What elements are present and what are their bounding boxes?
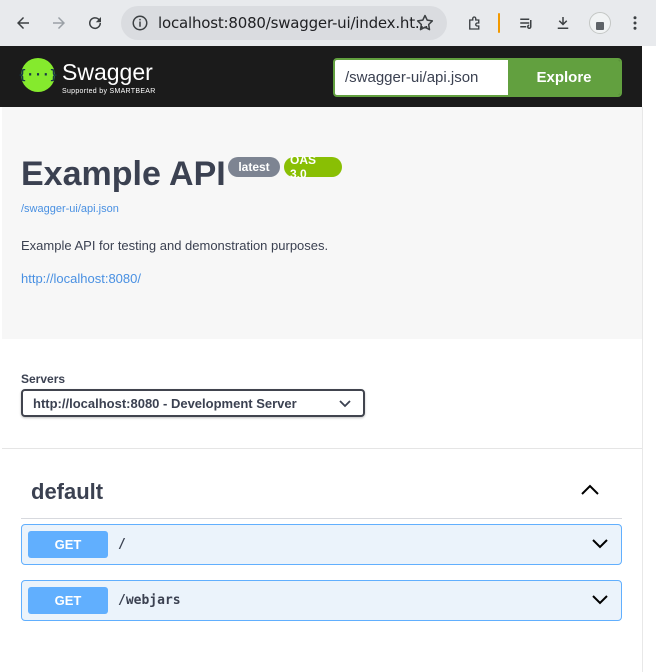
servers-select[interactable]: http://localhost:8080 - Development Serv… bbox=[21, 389, 365, 417]
site-info-icon[interactable] bbox=[131, 14, 149, 32]
menu-dots-icon[interactable] bbox=[620, 8, 650, 38]
chevron-down-icon bbox=[339, 400, 351, 408]
swagger-logo-text: Swagger bbox=[62, 59, 153, 85]
explore-button[interactable]: Explore bbox=[508, 60, 620, 95]
address-bar[interactable]: localhost:8080/swagger-ui/index.ht... bbox=[121, 6, 447, 40]
spec-url-form: Explore bbox=[333, 58, 622, 97]
version-badge: latest bbox=[228, 157, 280, 177]
chevron-down-icon[interactable] bbox=[591, 594, 609, 606]
operation-path: /webjars bbox=[118, 593, 181, 608]
swagger-logo-subtext: Supported by SMARTBEAR bbox=[62, 88, 156, 95]
opblock-get-webjars[interactable]: GET /webjars bbox=[21, 580, 622, 621]
host-link[interactable]: http://localhost:8080/ bbox=[21, 271, 141, 286]
spec-link[interactable]: /swagger-ui/api.json bbox=[21, 203, 119, 215]
oas-badge: OAS 3.0 bbox=[284, 153, 342, 181]
reading-list-icon[interactable] bbox=[512, 8, 542, 38]
chevron-down-icon[interactable] bbox=[591, 538, 609, 550]
servers-section: Servers http://localhost:8080 - Developm… bbox=[2, 339, 642, 449]
method-badge: GET bbox=[28, 587, 108, 614]
reload-icon[interactable] bbox=[80, 8, 110, 38]
servers-label: Servers bbox=[21, 372, 66, 386]
api-description: Example API for testing and demonstratio… bbox=[21, 238, 329, 253]
chevron-up-icon[interactable] bbox=[580, 483, 600, 497]
spec-url-input[interactable] bbox=[335, 60, 508, 95]
profile-avatar[interactable] bbox=[589, 12, 611, 34]
download-icon[interactable] bbox=[548, 8, 578, 38]
operation-path: / bbox=[118, 537, 126, 552]
url-text: localhost:8080/swagger-ui/index.ht... bbox=[158, 14, 429, 32]
logo-glyph: {···} bbox=[18, 67, 58, 83]
back-icon[interactable] bbox=[8, 8, 38, 38]
bookmark-star-icon[interactable] bbox=[415, 13, 435, 33]
servers-selected-value: http://localhost:8080 - Development Serv… bbox=[33, 395, 297, 411]
extensions-icon[interactable] bbox=[460, 8, 490, 38]
forward-icon[interactable] bbox=[44, 8, 74, 38]
operations-section: default GET / GET /webjars bbox=[2, 450, 642, 672]
api-title: Example API bbox=[21, 155, 226, 193]
tag-header-default[interactable]: default bbox=[21, 469, 622, 519]
toolbar-separator bbox=[498, 13, 500, 33]
swagger-logo-icon[interactable]: {···} bbox=[18, 58, 58, 92]
method-badge: GET bbox=[28, 531, 108, 558]
tag-name: default bbox=[31, 479, 104, 504]
browser-toolbar: localhost:8080/swagger-ui/index.ht... bbox=[0, 0, 656, 46]
api-info: Example API latest OAS 3.0 /swagger-ui/a… bbox=[2, 107, 642, 339]
page-scrollbar[interactable] bbox=[642, 107, 656, 672]
opblock-get-root[interactable]: GET / bbox=[21, 524, 622, 565]
swagger-topbar: {···} Swagger Supported by SMARTBEAR Exp… bbox=[0, 46, 642, 107]
